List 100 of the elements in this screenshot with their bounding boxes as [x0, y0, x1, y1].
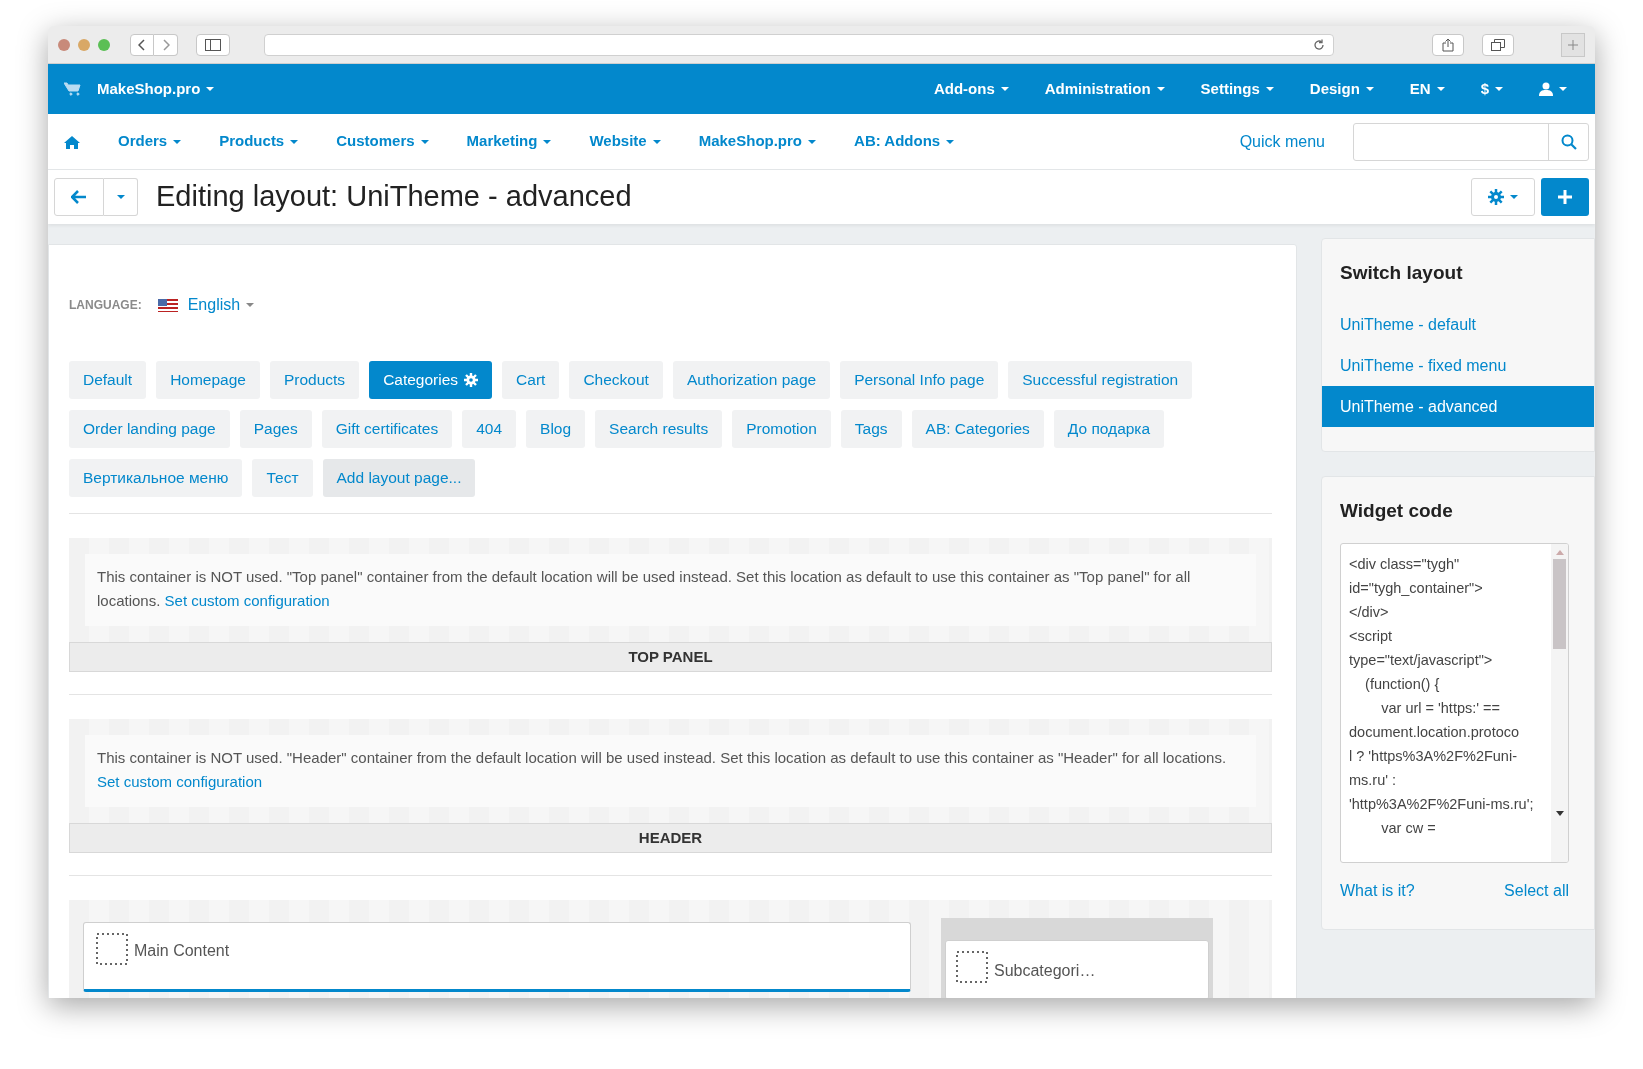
grid-block[interactable]: Subcategori… [945, 940, 1209, 998]
top-menu[interactable]: EN [1409, 77, 1445, 101]
cart-icon [64, 82, 81, 96]
plus-icon [1558, 190, 1572, 204]
address-field[interactable] [264, 33, 1334, 56]
arrow-left-icon [71, 190, 87, 204]
custom-configuration-link[interactable]: Set custom configuration [164, 592, 330, 609]
scroll-down-icon [1555, 811, 1564, 816]
layout-tab[interactable]: Order landing page [69, 410, 230, 448]
dotted-square-icon [96, 933, 128, 965]
panel-title: Switch layout [1339, 261, 1464, 285]
layout-tab[interactable]: Тест [252, 459, 313, 497]
share-icon [1442, 37, 1454, 52]
caret-icon [808, 139, 817, 144]
reload-icon [1313, 38, 1325, 51]
layout-tab[interactable]: Checkout [569, 361, 663, 399]
caret-icon [1436, 87, 1445, 91]
scrollbar-thumb[interactable] [1553, 559, 1566, 649]
brand-menu[interactable]: MakeShop.pro [64, 77, 215, 101]
help-link[interactable]: What is it? [1340, 879, 1415, 903]
layout-tab[interactable]: Homepage [156, 361, 260, 399]
search-field[interactable] [1353, 122, 1589, 161]
forward-button[interactable] [154, 33, 178, 56]
layout-tab[interactable]: Categories [369, 361, 493, 399]
add-layout-page-button[interactable]: Add layout page... [322, 459, 476, 497]
caret-icon [1000, 87, 1009, 91]
layout-tab[interactable]: Promotion [732, 410, 831, 448]
top-menu[interactable]: Add-ons [933, 77, 1009, 101]
layout-tab[interactable]: До подарка [1053, 410, 1165, 448]
nav-menu[interactable]: Website [589, 130, 661, 153]
layout-tab[interactable]: Вертикальное меню [69, 459, 243, 497]
quick-menu-link[interactable]: Quick menu [1239, 129, 1325, 154]
user-icon [1539, 82, 1553, 96]
zoom-window-icon[interactable] [98, 38, 110, 51]
language-label: LANGUAGE: [69, 297, 142, 314]
history-dropdown-button[interactable] [104, 178, 138, 216]
caret-icon [1365, 87, 1374, 91]
layout-link[interactable]: UniTheme - advanced [1322, 385, 1594, 427]
caret-icon [543, 139, 552, 144]
caret-icon [1510, 195, 1518, 199]
caret-icon [116, 195, 125, 199]
caret-icon [1156, 87, 1165, 91]
top-menu[interactable]: Settings [1200, 77, 1274, 101]
share-button[interactable] [1432, 33, 1464, 56]
language-selector[interactable]: English [157, 293, 255, 317]
layout-tab[interactable]: Search results [595, 410, 723, 448]
nav-menu[interactable]: Marketing [466, 130, 552, 153]
layout-tab[interactable]: Default [69, 361, 147, 399]
dotted-square-icon [956, 951, 988, 983]
layout-tab[interactable]: Successful registration [1008, 361, 1193, 399]
caret-icon [420, 139, 429, 144]
back-button[interactable] [130, 33, 154, 56]
notice-text: This container is NOT used. "Header" container from the default location will be used instead. Set this location as default to use this container as "Header" for all locations. Set custom configuration [97, 748, 1228, 792]
tabs-button[interactable] [1482, 33, 1514, 56]
nav-menu[interactable]: AB: Addons [854, 130, 955, 153]
layout-tab[interactable]: AB: Categories [911, 410, 1044, 448]
layout-tab[interactable]: 404 [462, 410, 517, 448]
close-window-icon[interactable] [58, 38, 70, 51]
home-button[interactable] [64, 134, 80, 149]
sidebar-icon [205, 38, 221, 51]
layout-tab[interactable]: Personal Info page [840, 361, 999, 399]
nav-menu[interactable]: Customers [336, 130, 429, 153]
settings-button[interactable] [1471, 178, 1535, 216]
minimize-window-icon[interactable] [78, 38, 90, 51]
top-menu[interactable]: Administration [1044, 77, 1165, 101]
top-menu[interactable]: Design [1309, 77, 1374, 101]
top-menu[interactable]: $ [1480, 77, 1503, 101]
user-menu[interactable] [1539, 82, 1567, 96]
layout-tab[interactable]: Blog [526, 410, 586, 448]
layout-tab[interactable]: Pages [239, 410, 312, 448]
select-all-link[interactable]: Select all [1504, 879, 1569, 903]
scroll-up-icon [1555, 550, 1564, 555]
layout-tab[interactable]: Tags [840, 410, 902, 448]
caret-icon [173, 139, 182, 144]
nav-menu[interactable]: Orders [118, 130, 182, 153]
nav-menu[interactable]: Products [219, 130, 299, 153]
scrollbar[interactable] [1551, 544, 1568, 862]
notice-text: This container is NOT used. "Top panel" container from the default location will be used instead. Set this location as default to use this container as "Top panel" for all locations. Set custom configuration [97, 567, 1192, 611]
widget-code-field[interactable] [1340, 543, 1569, 863]
home-icon [64, 134, 80, 149]
gear-icon [464, 373, 479, 387]
caret-icon [1495, 87, 1503, 91]
caret-icon [290, 139, 299, 144]
back-button[interactable] [54, 178, 104, 216]
layout-tab[interactable]: Authorization page [672, 361, 831, 399]
layout-link[interactable]: UniTheme - default [1322, 303, 1594, 345]
custom-configuration-link[interactable]: Set custom configuration [97, 773, 263, 790]
grid-block[interactable]: Main Content [83, 922, 911, 992]
layout-tab[interactable]: Cart [502, 361, 560, 399]
layout-tab[interactable]: Products [269, 361, 360, 399]
search-icon [1560, 133, 1577, 150]
plus-icon [1568, 39, 1578, 50]
new-tab-button[interactable] [1561, 32, 1585, 57]
add-button[interactable] [1541, 178, 1589, 216]
sidebar-button[interactable] [196, 33, 230, 56]
caret-icon [246, 303, 255, 307]
nav-menu[interactable]: MakeShop.pro [698, 130, 817, 153]
page-title: Editing layout: UniTheme - advanced [156, 179, 632, 215]
layout-link[interactable]: UniTheme - fixed menu [1322, 344, 1594, 386]
layout-tab[interactable]: Gift certificates [321, 410, 453, 448]
